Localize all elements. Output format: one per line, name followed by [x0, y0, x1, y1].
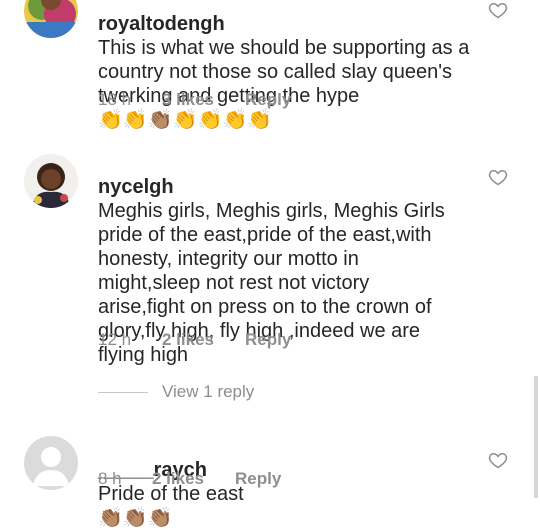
view-replies-label[interactable]: View 1 reply: [162, 380, 254, 404]
comment-username[interactable]: royaltodengh: [98, 13, 225, 35]
reply-button[interactable]: Reply: [245, 88, 291, 112]
comment-likes[interactable]: 2 likes: [162, 328, 214, 352]
divider-line: [98, 392, 148, 393]
heart-icon[interactable]: [488, 450, 508, 470]
comment-likes[interactable]: 2 likes: [152, 467, 204, 491]
comment-item: royaltodengh This is what we should be s…: [0, 0, 540, 132]
avatar[interactable]: [24, 154, 78, 208]
reply-button[interactable]: Reply: [245, 328, 291, 352]
reply-button[interactable]: Reply: [235, 467, 281, 491]
comment-time: 18 h: [98, 90, 132, 109]
avatar[interactable]: [24, 0, 78, 38]
comment-likes[interactable]: 3 likes: [162, 88, 214, 112]
scrollbar[interactable]: [534, 376, 538, 498]
heart-icon[interactable]: [488, 167, 508, 187]
clap-emoji: 👏🏽👏🏽👏🏽: [98, 507, 173, 529]
heart-icon[interactable]: [488, 0, 508, 20]
default-avatar-icon[interactable]: [24, 436, 78, 490]
comment-body: royaltodengh This is what we should be s…: [98, 0, 478, 132]
comment-item: nycelgh Meghis girls, Meghis girls, Megh…: [0, 150, 540, 370]
clap-emoji: 👏👏👏🏽👏👏👏👏: [98, 109, 273, 131]
comment-username[interactable]: nycelgh: [98, 176, 174, 198]
comment-time: 8 h: [98, 469, 122, 488]
comment-item: _____raych Pride of the east 👏🏽👏🏽👏🏽 8 h …: [0, 430, 540, 529]
comment-time: 12 h: [98, 330, 132, 349]
